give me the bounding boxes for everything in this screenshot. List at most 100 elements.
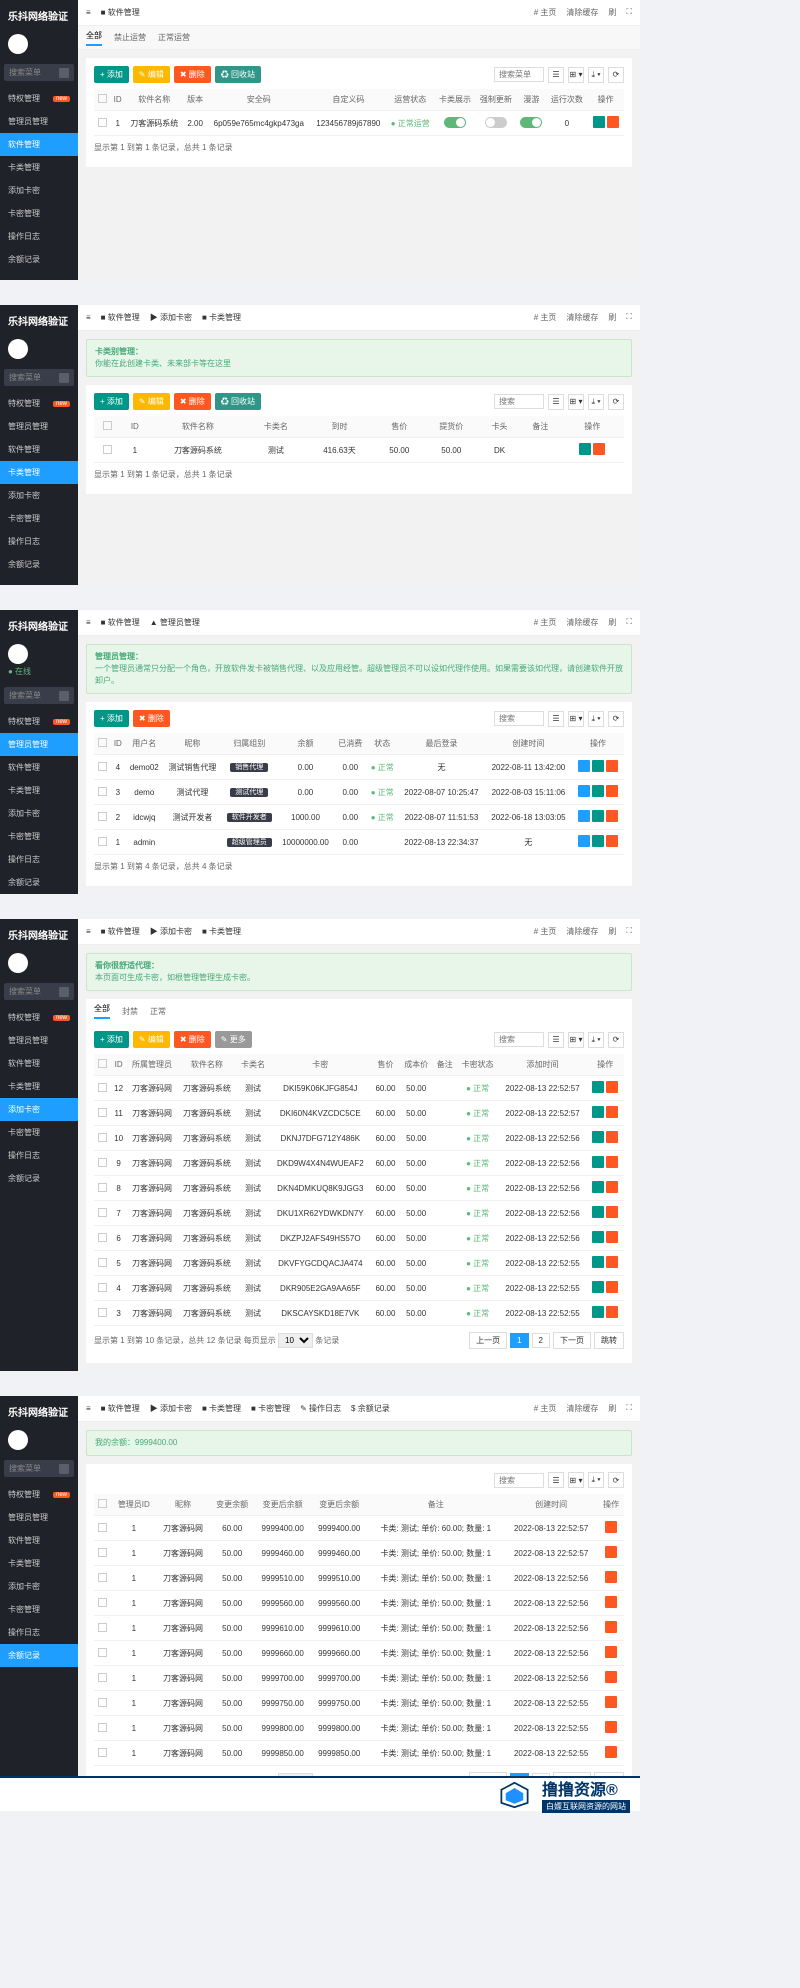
delete-button[interactable]: ✖ 删除 <box>133 710 170 727</box>
sidebar-item-admin[interactable]: 管理员管理 <box>0 415 78 438</box>
edit-icon[interactable] <box>592 1131 604 1143</box>
edit-icon[interactable] <box>592 1106 604 1118</box>
add-button[interactable]: + 添加 <box>94 66 129 83</box>
table-row[interactable]: 9刀客源码网刀客源码系统测试DKD9W4X4N4WUEAF260.0050.00… <box>94 1151 624 1176</box>
avatar[interactable] <box>8 339 28 359</box>
sidebar-item-cardmgr[interactable]: 卡密管理 <box>0 507 78 530</box>
menu-toggle-icon[interactable]: ≡ <box>86 313 91 322</box>
delete-icon[interactable] <box>606 1281 618 1293</box>
edit-icon[interactable] <box>592 785 604 797</box>
edit-icon[interactable] <box>592 835 604 847</box>
table-row[interactable]: 1刀客源码网50.009999560.009999560.00卡类: 测试; 单… <box>94 1591 624 1616</box>
table-row[interactable]: 1刀客源码网60.009999400.009999400.00卡类: 测试; 单… <box>94 1516 624 1541</box>
edit-icon[interactable] <box>592 760 604 772</box>
page-2[interactable]: 2 <box>532 1333 550 1348</box>
table-row[interactable]: 1刀客源码网50.009999610.009999610.00卡类: 测试; 单… <box>94 1616 624 1641</box>
edit-icon[interactable] <box>592 1256 604 1268</box>
sidebar-item-cardtype[interactable]: 卡类管理 <box>0 461 78 484</box>
delete-icon[interactable] <box>605 1621 617 1633</box>
edit-icon[interactable] <box>592 1281 604 1293</box>
list-view-icon[interactable]: ☰ <box>548 67 564 83</box>
delete-icon[interactable] <box>606 835 618 847</box>
pagesize-select[interactable]: 10 <box>278 1333 313 1348</box>
edit-icon[interactable] <box>592 1156 604 1168</box>
table-row[interactable]: 4刀客源码网刀客源码系统测试DKR905E2GA9AA65F60.0050.00… <box>94 1276 624 1301</box>
sidebar-item-addcard[interactable]: 添加卡密 <box>0 179 78 202</box>
sidebar-item-cardtype[interactable]: 卡类管理 <box>0 156 78 179</box>
edit-button[interactable]: ✎ 编辑 <box>133 393 170 410</box>
fullscreen-icon[interactable]: ⛶ <box>626 7 632 18</box>
delete-icon[interactable] <box>605 1721 617 1733</box>
grid-view-icon[interactable]: ⊞ ▾ <box>568 67 584 83</box>
menu-toggle-icon[interactable]: ≡ <box>86 8 91 17</box>
delete-icon[interactable] <box>605 1521 617 1533</box>
delete-icon[interactable] <box>606 1256 618 1268</box>
edit-button[interactable]: ✎ 编辑 <box>133 66 170 83</box>
table-row[interactable]: 8刀客源码网刀客源码系统测试DKN4DMKUQ8K9JGG360.0050.00… <box>94 1176 624 1201</box>
delete-icon[interactable] <box>605 1646 617 1658</box>
table-row[interactable]: 6刀客源码网刀客源码系统测试DKZPJ2AFS49HS57O60.0050.00… <box>94 1226 624 1251</box>
delete-icon[interactable] <box>606 1081 618 1093</box>
avatar[interactable] <box>8 34 28 54</box>
table-row[interactable]: 4demo02测试销售代理销售代理0.000.00● 正常无2022-08-11… <box>94 755 624 780</box>
table-row[interactable]: 3刀客源码网刀客源码系统测试DKSCAYSKD18E7VK60.0050.00●… <box>94 1301 624 1326</box>
table-row[interactable]: 1刀客源码网50.009999460.009999460.00卡类: 测试; 单… <box>94 1541 624 1566</box>
breadcrumb[interactable]: ■ 软件管理 <box>101 312 140 323</box>
export-icon[interactable]: ⤓ ▾ <box>588 67 604 83</box>
switch-roam[interactable] <box>520 117 542 128</box>
info-icon[interactable] <box>578 785 590 797</box>
table-row[interactable]: 11刀客源码网刀客源码系统测试DKI60N4KVZCDC5CE60.0050.0… <box>94 1101 624 1126</box>
next-page[interactable]: 下一页 <box>553 1332 591 1349</box>
clear-cache[interactable]: 清除缓存 <box>566 7 598 18</box>
delete-icon[interactable] <box>605 1671 617 1683</box>
sidebar-item-addcard[interactable]: 添加卡密 <box>0 1098 78 1121</box>
edit-icon[interactable] <box>592 1081 604 1093</box>
edit-icon[interactable] <box>592 810 604 822</box>
sidebar-item-balance[interactable]: 余额记录 <box>0 1644 78 1667</box>
sidebar-item-software[interactable]: 软件管理 <box>0 133 78 156</box>
search-input[interactable] <box>494 67 544 82</box>
table-row[interactable]: 5刀客源码网刀客源码系统测试DKVFYGCDQACJA47460.0050.00… <box>94 1251 624 1276</box>
table-row[interactable]: 1刀客源码系统2.006p059e765mc4gkp473ga123456789… <box>94 111 624 136</box>
sidebar-item-software[interactable]: 软件管理 <box>0 438 78 461</box>
delete-icon[interactable] <box>605 1596 617 1608</box>
delete-icon[interactable] <box>606 810 618 822</box>
breadcrumb[interactable]: ▶ 添加卡密 <box>150 312 192 323</box>
checkbox-all[interactable] <box>98 94 107 103</box>
page-1[interactable]: 1 <box>510 1333 528 1348</box>
delete-icon[interactable] <box>606 1156 618 1168</box>
jump-page[interactable]: 跳转 <box>594 1332 624 1349</box>
refresh-icon[interactable]: ⟳ <box>608 67 624 83</box>
tab-normal[interactable]: 正常运营 <box>158 32 190 43</box>
tab-banned[interactable]: 禁止运营 <box>114 32 146 43</box>
delete-icon[interactable] <box>606 1131 618 1143</box>
delete-icon[interactable] <box>607 116 619 128</box>
table-row[interactable]: 1刀客源码网50.009999660.009999660.00卡类: 测试; 单… <box>94 1641 624 1666</box>
sidebar-item-admin[interactable]: 管理员管理 <box>0 110 78 133</box>
tab-all[interactable]: 全部 <box>86 30 102 46</box>
breadcrumb[interactable]: ■ 卡类管理 <box>202 312 241 323</box>
sidebar-item-privilege[interactable]: 特权管理new <box>0 87 78 110</box>
delete-icon[interactable] <box>606 1106 618 1118</box>
sidebar-item-privilege[interactable]: 特权管理new <box>0 392 78 415</box>
add-button[interactable]: + 添加 <box>94 393 129 410</box>
sidebar-item-balance[interactable]: 余额记录 <box>0 553 78 576</box>
delete-icon[interactable] <box>605 1696 617 1708</box>
delete-icon[interactable] <box>606 1231 618 1243</box>
edit-icon[interactable] <box>593 116 605 128</box>
checkbox[interactable] <box>98 118 107 127</box>
sidebar-item-oplog[interactable]: 操作日志 <box>0 530 78 553</box>
delete-icon[interactable] <box>606 1306 618 1318</box>
recycle-button[interactable]: ♻ 回收站 <box>215 393 261 410</box>
switch-display[interactable] <box>444 117 466 128</box>
home-link[interactable]: # 主页 <box>534 7 557 18</box>
edit-icon[interactable] <box>592 1306 604 1318</box>
sidebar-item-privilege[interactable]: 特权管理new <box>0 710 78 733</box>
sidebar-item-oplog[interactable]: 操作日志 <box>0 225 78 248</box>
table-row[interactable]: 1刀客源码网50.009999700.009999700.00卡类: 测试; 单… <box>94 1666 624 1691</box>
table-row[interactable]: 7刀客源码网刀客源码系统测试DKU1XR62YDWKDN7Y60.0050.00… <box>94 1201 624 1226</box>
delete-icon[interactable] <box>606 785 618 797</box>
table-row[interactable]: 1刀客源码网50.009999800.009999800.00卡类: 测试; 单… <box>94 1716 624 1741</box>
edit-icon[interactable] <box>592 1181 604 1193</box>
delete-icon[interactable] <box>606 760 618 772</box>
